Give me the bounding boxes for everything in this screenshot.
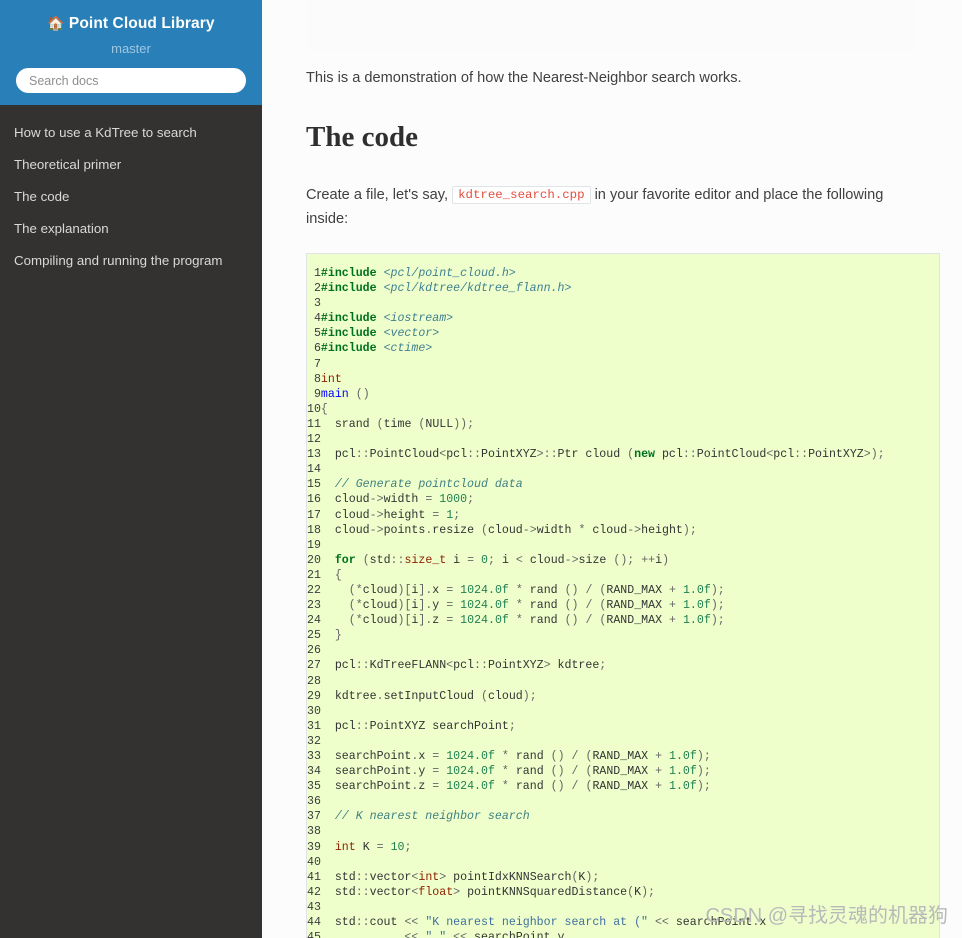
search-input[interactable]: [16, 68, 246, 93]
diagram-inner: D is the best estimate for B's sub-branc…: [306, 0, 916, 50]
intro-prefix: Create a file, let's say,: [306, 187, 449, 203]
sidebar-item-compiling-and-running-the-program[interactable]: Compiling and running the program: [0, 245, 262, 277]
sidebar-header: 🏠 Point Cloud Library master: [0, 0, 262, 105]
code-block[interactable]: 1 2 3 4 5 6 7 8 9 10 11 12 13 14 15 16 1…: [306, 253, 940, 938]
code-line-numbers: 1 2 3 4 5 6 7 8 9 10 11 12 13 14 15 16 1…: [307, 267, 321, 938]
filename-literal: kdtree_search.cpp: [452, 186, 591, 204]
page-title: The code: [306, 121, 418, 153]
main-content-area: D is the best estimate for B's sub-branc…: [262, 0, 962, 938]
brand-title: Point Cloud Library: [68, 15, 215, 32]
document-body: D is the best estimate for B's sub-branc…: [262, 0, 962, 938]
search-form: [16, 68, 246, 93]
code-source[interactable]: #include <pcl/point_cloud.h> #include <p…: [321, 266, 939, 938]
sidebar-item-theoretical-primer[interactable]: Theoretical primer: [0, 149, 262, 181]
sidebar-item-how-to-use-a-kdtree-to-search[interactable]: How to use a KdTree to search: [0, 117, 262, 149]
home-icon: 🏠: [47, 15, 65, 31]
sidebar-nav: How to use a KdTree to search Theoretica…: [0, 105, 262, 277]
table-row: 1 2 3 4 5 6 7 8 9 10 11 12 13 14 15 16 1…: [307, 266, 939, 938]
sidebar: 🏠Point Cloud Library master How to use a…: [0, 0, 262, 938]
code-table: 1 2 3 4 5 6 7 8 9 10 11 12 13 14 15 16 1…: [307, 266, 939, 938]
code-intro-paragraph: Create a file, let's say, kdtree_search.…: [306, 183, 916, 231]
page-root: 🏠Point Cloud Library master How to use a…: [0, 0, 962, 938]
kdtree-diagram: D is the best estimate for B's sub-branc…: [306, 0, 916, 50]
version-label: master: [111, 41, 151, 56]
brand-link[interactable]: 🏠 Point Cloud Library: [16, 14, 246, 33]
sidebar-item-the-code[interactable]: The code: [0, 181, 262, 213]
demo-paragraph: This is a demonstration of how the Neare…: [306, 70, 742, 86]
sidebar-item-the-explanation[interactable]: The explanation: [0, 213, 262, 245]
